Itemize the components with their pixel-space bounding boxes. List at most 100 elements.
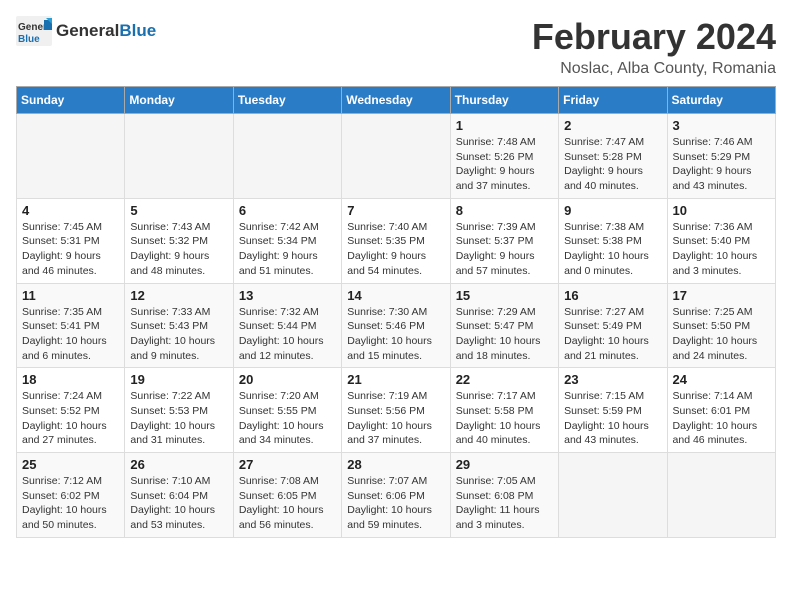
calendar-cell: 26 Sunrise: 7:10 AM Sunset: 6:04 PM Dayli… xyxy=(125,453,233,538)
day-info: Sunrise: 7:40 AM Sunset: 5:35 PM Dayligh… xyxy=(347,220,444,279)
day-info: Sunrise: 7:32 AM Sunset: 5:44 PM Dayligh… xyxy=(239,305,336,364)
calendar-cell: 16 Sunrise: 7:27 AM Sunset: 5:49 PM Dayli… xyxy=(559,283,667,368)
calendar-cell xyxy=(125,114,233,199)
day-number: 23 xyxy=(564,372,661,387)
weekday-header-thursday: Thursday xyxy=(450,87,558,114)
day-number: 24 xyxy=(673,372,770,387)
calendar-cell: 4 Sunrise: 7:45 AM Sunset: 5:31 PM Daylig… xyxy=(17,198,125,283)
calendar-cell: 6 Sunrise: 7:42 AM Sunset: 5:34 PM Daylig… xyxy=(233,198,341,283)
calendar-cell: 13 Sunrise: 7:32 AM Sunset: 5:44 PM Dayli… xyxy=(233,283,341,368)
weekday-header-row: SundayMondayTuesdayWednesdayThursdayFrid… xyxy=(17,87,776,114)
calendar-cell: 19 Sunrise: 7:22 AM Sunset: 5:53 PM Dayli… xyxy=(125,368,233,453)
day-number: 21 xyxy=(347,372,444,387)
day-number: 20 xyxy=(239,372,336,387)
weekday-header-sunday: Sunday xyxy=(17,87,125,114)
calendar-cell: 24 Sunrise: 7:14 AM Sunset: 6:01 PM Dayli… xyxy=(667,368,775,453)
day-number: 2 xyxy=(564,118,661,133)
calendar-cell: 11 Sunrise: 7:35 AM Sunset: 5:41 PM Dayli… xyxy=(17,283,125,368)
calendar-cell: 17Sunrise: 7:25 AM Sunset: 5:50 PM Dayli… xyxy=(667,283,775,368)
day-info: Sunrise: 7:19 AM Sunset: 5:56 PM Dayligh… xyxy=(347,389,444,448)
calendar-cell: 9 Sunrise: 7:38 AM Sunset: 5:38 PM Daylig… xyxy=(559,198,667,283)
calendar-week-3: 11 Sunrise: 7:35 AM Sunset: 5:41 PM Dayli… xyxy=(17,283,776,368)
calendar-subtitle: Noslac, Alba County, Romania xyxy=(532,60,776,78)
calendar-cell xyxy=(342,114,450,199)
calendar-cell: 25Sunrise: 7:12 AM Sunset: 6:02 PM Dayli… xyxy=(17,453,125,538)
calendar-cell: 15 Sunrise: 7:29 AM Sunset: 5:47 PM Dayli… xyxy=(450,283,558,368)
day-info: Sunrise: 7:08 AM Sunset: 6:05 PM Dayligh… xyxy=(239,474,336,533)
calendar-cell: 22 Sunrise: 7:17 AM Sunset: 5:58 PM Dayli… xyxy=(450,368,558,453)
day-info: Sunrise: 7:10 AM Sunset: 6:04 PM Dayligh… xyxy=(130,474,227,533)
day-number: 16 xyxy=(564,288,661,303)
calendar-cell: 10 Sunrise: 7:36 AM Sunset: 5:40 PM Dayli… xyxy=(667,198,775,283)
day-info: Sunrise: 7:07 AM Sunset: 6:06 PM Dayligh… xyxy=(347,474,444,533)
weekday-header-saturday: Saturday xyxy=(667,87,775,114)
day-number: 28 xyxy=(347,457,444,472)
day-info: Sunrise: 7:27 AM Sunset: 5:49 PM Dayligh… xyxy=(564,305,661,364)
day-info: Sunrise: 7:30 AM Sunset: 5:46 PM Dayligh… xyxy=(347,305,444,364)
day-info: Sunrise: 7:24 AM Sunset: 5:52 PM Dayligh… xyxy=(22,389,119,448)
calendar-cell: 8 Sunrise: 7:39 AM Sunset: 5:37 PM Daylig… xyxy=(450,198,558,283)
calendar-cell: 2 Sunrise: 7:47 AM Sunset: 5:28 PM Daylig… xyxy=(559,114,667,199)
day-number: 9 xyxy=(564,203,661,218)
logo-icon: General Blue xyxy=(16,16,52,46)
calendar-week-4: 18 Sunrise: 7:24 AM Sunset: 5:52 PM Dayli… xyxy=(17,368,776,453)
day-number: 5 xyxy=(130,203,227,218)
weekday-header-tuesday: Tuesday xyxy=(233,87,341,114)
day-info: Sunrise: 7:43 AM Sunset: 5:32 PM Dayligh… xyxy=(130,220,227,279)
day-info: Sunrise: 7:33 AM Sunset: 5:43 PM Dayligh… xyxy=(130,305,227,364)
day-info: Sunrise: 7:45 AM Sunset: 5:31 PM Dayligh… xyxy=(22,220,119,279)
day-info: Sunrise: 7:46 AM Sunset: 5:29 PM Dayligh… xyxy=(673,135,770,194)
calendar-cell: 18 Sunrise: 7:24 AM Sunset: 5:52 PM Dayli… xyxy=(17,368,125,453)
day-number: 29 xyxy=(456,457,553,472)
day-info: Sunrise: 7:36 AM Sunset: 5:40 PM Dayligh… xyxy=(673,220,770,279)
title-block: February 2024 Noslac, Alba County, Roman… xyxy=(532,16,776,78)
day-info: Sunrise: 7:05 AM Sunset: 6:08 PM Dayligh… xyxy=(456,474,553,533)
calendar-cell: 5 Sunrise: 7:43 AM Sunset: 5:32 PM Daylig… xyxy=(125,198,233,283)
calendar-cell xyxy=(17,114,125,199)
calendar-cell: 7 Sunrise: 7:40 AM Sunset: 5:35 PM Daylig… xyxy=(342,198,450,283)
day-number: 22 xyxy=(456,372,553,387)
day-info: Sunrise: 7:42 AM Sunset: 5:34 PM Dayligh… xyxy=(239,220,336,279)
day-info: Sunrise: 7:38 AM Sunset: 5:38 PM Dayligh… xyxy=(564,220,661,279)
day-number: 26 xyxy=(130,457,227,472)
calendar-cell: 14 Sunrise: 7:30 AM Sunset: 5:46 PM Dayli… xyxy=(342,283,450,368)
day-info: Sunrise: 7:29 AM Sunset: 5:47 PM Dayligh… xyxy=(456,305,553,364)
day-number: 15 xyxy=(456,288,553,303)
day-number: 10 xyxy=(673,203,770,218)
header: General Blue GeneralBlue February 2024 N… xyxy=(16,16,776,78)
day-info: Sunrise: 7:35 AM Sunset: 5:41 PM Dayligh… xyxy=(22,305,119,364)
calendar-cell: 12 Sunrise: 7:33 AM Sunset: 5:43 PM Dayli… xyxy=(125,283,233,368)
day-info: Sunrise: 7:22 AM Sunset: 5:53 PM Dayligh… xyxy=(130,389,227,448)
weekday-header-wednesday: Wednesday xyxy=(342,87,450,114)
calendar-title: February 2024 xyxy=(532,16,776,58)
calendar-cell xyxy=(233,114,341,199)
calendar-week-2: 4 Sunrise: 7:45 AM Sunset: 5:31 PM Daylig… xyxy=(17,198,776,283)
day-number: 4 xyxy=(22,203,119,218)
svg-text:Blue: Blue xyxy=(18,34,40,45)
day-info: Sunrise: 7:47 AM Sunset: 5:28 PM Dayligh… xyxy=(564,135,661,194)
day-number: 27 xyxy=(239,457,336,472)
logo-general: General xyxy=(56,21,119,41)
calendar-week-5: 25Sunrise: 7:12 AM Sunset: 6:02 PM Dayli… xyxy=(17,453,776,538)
day-info: Sunrise: 7:39 AM Sunset: 5:37 PM Dayligh… xyxy=(456,220,553,279)
day-info: Sunrise: 7:14 AM Sunset: 6:01 PM Dayligh… xyxy=(673,389,770,448)
day-number: 13 xyxy=(239,288,336,303)
day-info: Sunrise: 7:15 AM Sunset: 5:59 PM Dayligh… xyxy=(564,389,661,448)
day-info: Sunrise: 7:48 AM Sunset: 5:26 PM Dayligh… xyxy=(456,135,553,194)
day-number: 1 xyxy=(456,118,553,133)
day-number: 8 xyxy=(456,203,553,218)
day-info: Sunrise: 7:25 AM Sunset: 5:50 PM Dayligh… xyxy=(673,305,770,364)
calendar-cell: 21 Sunrise: 7:19 AM Sunset: 5:56 PM Dayli… xyxy=(342,368,450,453)
day-number: 6 xyxy=(239,203,336,218)
day-number: 14 xyxy=(347,288,444,303)
day-number: 25 xyxy=(22,457,119,472)
calendar-cell xyxy=(559,453,667,538)
calendar-cell: 27 Sunrise: 7:08 AM Sunset: 6:05 PM Dayli… xyxy=(233,453,341,538)
day-number: 18 xyxy=(22,372,119,387)
day-number: 7 xyxy=(347,203,444,218)
day-number: 12 xyxy=(130,288,227,303)
logo-blue: Blue xyxy=(119,21,156,41)
day-number: 19 xyxy=(130,372,227,387)
day-number: 11 xyxy=(22,288,119,303)
day-info: Sunrise: 7:17 AM Sunset: 5:58 PM Dayligh… xyxy=(456,389,553,448)
